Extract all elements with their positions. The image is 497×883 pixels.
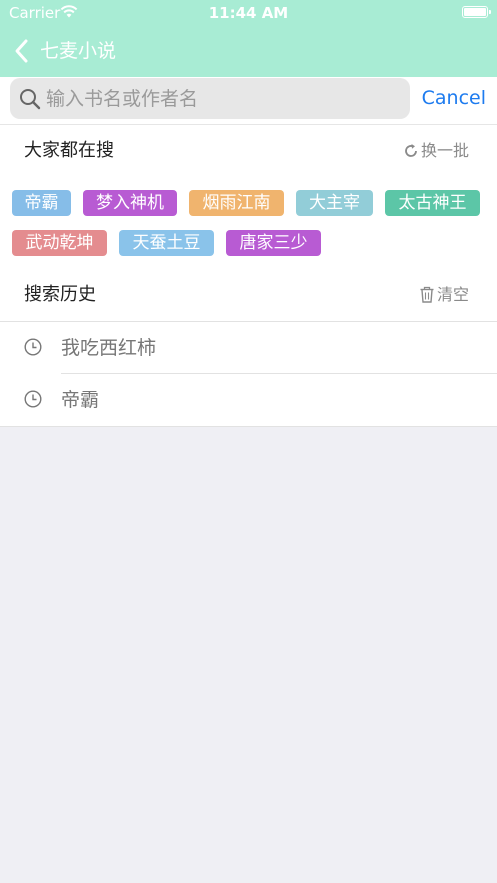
cancel-button[interactable]: Cancel (422, 85, 486, 111)
search-bar: Cancel (0, 77, 497, 125)
hot-tag[interactable]: 唐家三少 (226, 230, 321, 256)
search-input[interactable] (46, 82, 401, 115)
clock-icon (24, 338, 42, 356)
history-title: 搜索历史 (24, 284, 96, 305)
search-box[interactable] (10, 78, 410, 119)
clear-history-button[interactable]: 清空 (419, 284, 469, 306)
header: Carrier 11:44 AM 七麦小说 (0, 0, 497, 77)
hot-tag[interactable]: 烟雨江南 (189, 190, 284, 216)
refresh-icon (405, 144, 417, 157)
history-item-label: 帝霸 (61, 389, 100, 411)
hot-tag[interactable]: 帝霸 (12, 190, 71, 216)
page-title[interactable]: 七麦小说 (40, 38, 116, 64)
status-bar: Carrier 11:44 AM (0, 0, 497, 26)
hot-tag[interactable]: 天蚕土豆 (119, 230, 214, 256)
trash-icon (420, 286, 434, 303)
battery-level (464, 8, 486, 16)
refresh-label: 换一批 (420, 141, 469, 160)
hot-tag[interactable]: 武动乾坤 (12, 230, 107, 256)
search-icon (20, 89, 41, 110)
clock-icon (24, 390, 42, 408)
hot-search-section: 大家都在搜 换一批 帝霸 梦入神机 烟雨江南 大主宰 太古神王 武动乾坤 天蚕土… (0, 125, 497, 321)
hot-tag[interactable]: 太古神王 (385, 190, 480, 216)
history-item[interactable]: 帝霸 (0, 374, 497, 426)
chevron-left-icon[interactable] (12, 38, 32, 64)
history-item-label: 我吃西红柿 (61, 337, 157, 359)
history-item[interactable]: 我吃西红柿 (0, 322, 497, 374)
nav-bar: 七麦小说 (0, 30, 497, 74)
hot-tag[interactable]: 大主宰 (296, 190, 373, 216)
refresh-button[interactable]: 换一批 (403, 140, 469, 162)
history-list: 我吃西红柿 帝霸 (0, 321, 497, 427)
hot-tag[interactable]: 梦入神机 (83, 190, 177, 216)
status-time: 11:44 AM (208, 4, 289, 22)
battery-icon (462, 6, 491, 18)
clear-label: 清空 (436, 285, 469, 304)
hot-search-title: 大家都在搜 (24, 140, 114, 161)
